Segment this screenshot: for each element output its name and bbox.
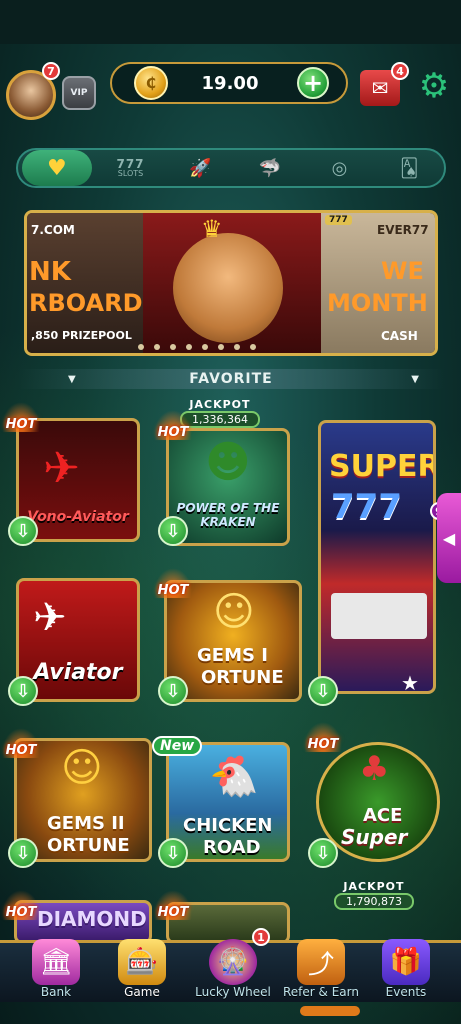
- hot-badge: HOT: [2, 890, 40, 920]
- nav-bank[interactable]: 🏛 Bank: [14, 935, 98, 999]
- kraken-image: ☻: [205, 437, 251, 488]
- tab-cards[interactable]: 🂡: [374, 150, 444, 186]
- jester-hat-icon: ♣: [359, 749, 390, 789]
- banner-left-panel: 7.COM NK RBOARD ,850 PRIZEPOOL: [27, 213, 147, 353]
- gear-icon[interactable]: ⚙: [414, 66, 454, 106]
- new-badge: New: [152, 736, 203, 756]
- rocket-icon: 🚀: [188, 157, 212, 179]
- wheel-icon: 🎡: [209, 939, 257, 985]
- vip-badge[interactable]: VIP: [62, 76, 96, 110]
- download-icon[interactable]: ⇩: [8, 676, 38, 706]
- mail-badge: 4: [391, 62, 409, 80]
- tab-crash[interactable]: 🚀: [165, 150, 235, 186]
- hot-badge: HOT: [154, 568, 192, 598]
- golden-mask-image: ☺: [213, 589, 255, 635]
- tab-slots[interactable]: 777 SLOTS: [96, 150, 166, 186]
- section-header-favorite: ▼ FAVORITE ▼: [18, 369, 444, 389]
- mascot-mouse-image: [173, 233, 283, 343]
- status-bar: [0, 0, 461, 44]
- banner-center-panel: ♛: [143, 213, 323, 353]
- hot-badge: HOT: [304, 722, 342, 752]
- gift-icon: 🎁: [382, 939, 430, 985]
- promo-banner[interactable]: 7.COM NK RBOARD ,850 PRIZEPOOL ♛ 777 EVE…: [24, 210, 438, 356]
- balance-value: 19.00: [201, 72, 259, 94]
- tiki-mask-image: ☺: [61, 745, 103, 791]
- carousel-dots[interactable]: [138, 344, 256, 350]
- cards-icon: 🂡: [399, 157, 419, 179]
- chevron-down-icon: ▼: [68, 373, 77, 385]
- tab-fishing[interactable]: 🦈: [235, 150, 305, 186]
- nav-game[interactable]: 🎰 Game: [100, 935, 184, 999]
- banner-right-panel: 777 EVER77 WE MONTH CASH: [321, 213, 435, 353]
- download-icon[interactable]: ⇩: [158, 676, 188, 706]
- avatar-badge: 7: [42, 62, 60, 80]
- download-icon[interactable]: ⇩: [8, 516, 38, 546]
- slot-machine-icon: 🎰: [118, 939, 166, 985]
- hot-badge: HOT: [154, 410, 192, 440]
- bank-icon: 🏛: [32, 939, 80, 985]
- star-icon: ★: [401, 671, 419, 694]
- chicken-image: 🐔: [209, 754, 259, 800]
- coin-icon: ₵: [134, 66, 168, 100]
- jackpot-counter: JACKPOT 1,790,873: [334, 880, 414, 910]
- category-bar: ♥ 777 SLOTS 🚀 🦈 ◎ 🂡: [16, 148, 446, 188]
- download-icon[interactable]: ⇩: [8, 838, 38, 868]
- game-tile-super-777[interactable]: SUPER 777 ★: [318, 420, 436, 694]
- heart-icon: ♥: [46, 155, 67, 181]
- slots-icon: 777 SLOTS: [116, 157, 145, 178]
- download-icon[interactable]: ⇩: [308, 838, 338, 868]
- nav-events[interactable]: 🎁 Events: [364, 935, 448, 999]
- side-promo-tab[interactable]: ◀: [437, 493, 461, 583]
- nav-refer-earn[interactable]: ⤴ Refer & Earn: [276, 935, 366, 999]
- tab-casino[interactable]: ◎: [305, 150, 375, 186]
- plane-icon: ✈: [33, 595, 67, 641]
- lucky-wheel-badge: 1: [252, 928, 270, 946]
- shark-icon: 🦈: [258, 157, 282, 179]
- slot-reels: [331, 593, 427, 639]
- hot-badge: HOT: [2, 728, 40, 758]
- download-icon[interactable]: ⇩: [308, 676, 338, 706]
- tab-favorite[interactable]: ♥: [22, 150, 92, 186]
- download-icon[interactable]: ⇩: [158, 838, 188, 868]
- hot-badge: HOT: [154, 890, 192, 920]
- download-icon[interactable]: ⇩: [158, 516, 188, 546]
- crown-icon: ♛: [201, 215, 223, 243]
- share-icon: ⤴: [297, 939, 345, 985]
- add-funds-button[interactable]: +: [297, 67, 329, 99]
- hot-badge: HOT: [2, 402, 40, 432]
- roulette-icon: ◎: [331, 157, 348, 179]
- chevron-down-icon: ▼: [411, 373, 420, 385]
- plane-icon: ✈: [43, 443, 80, 494]
- scroll-indicator: [300, 1006, 360, 1016]
